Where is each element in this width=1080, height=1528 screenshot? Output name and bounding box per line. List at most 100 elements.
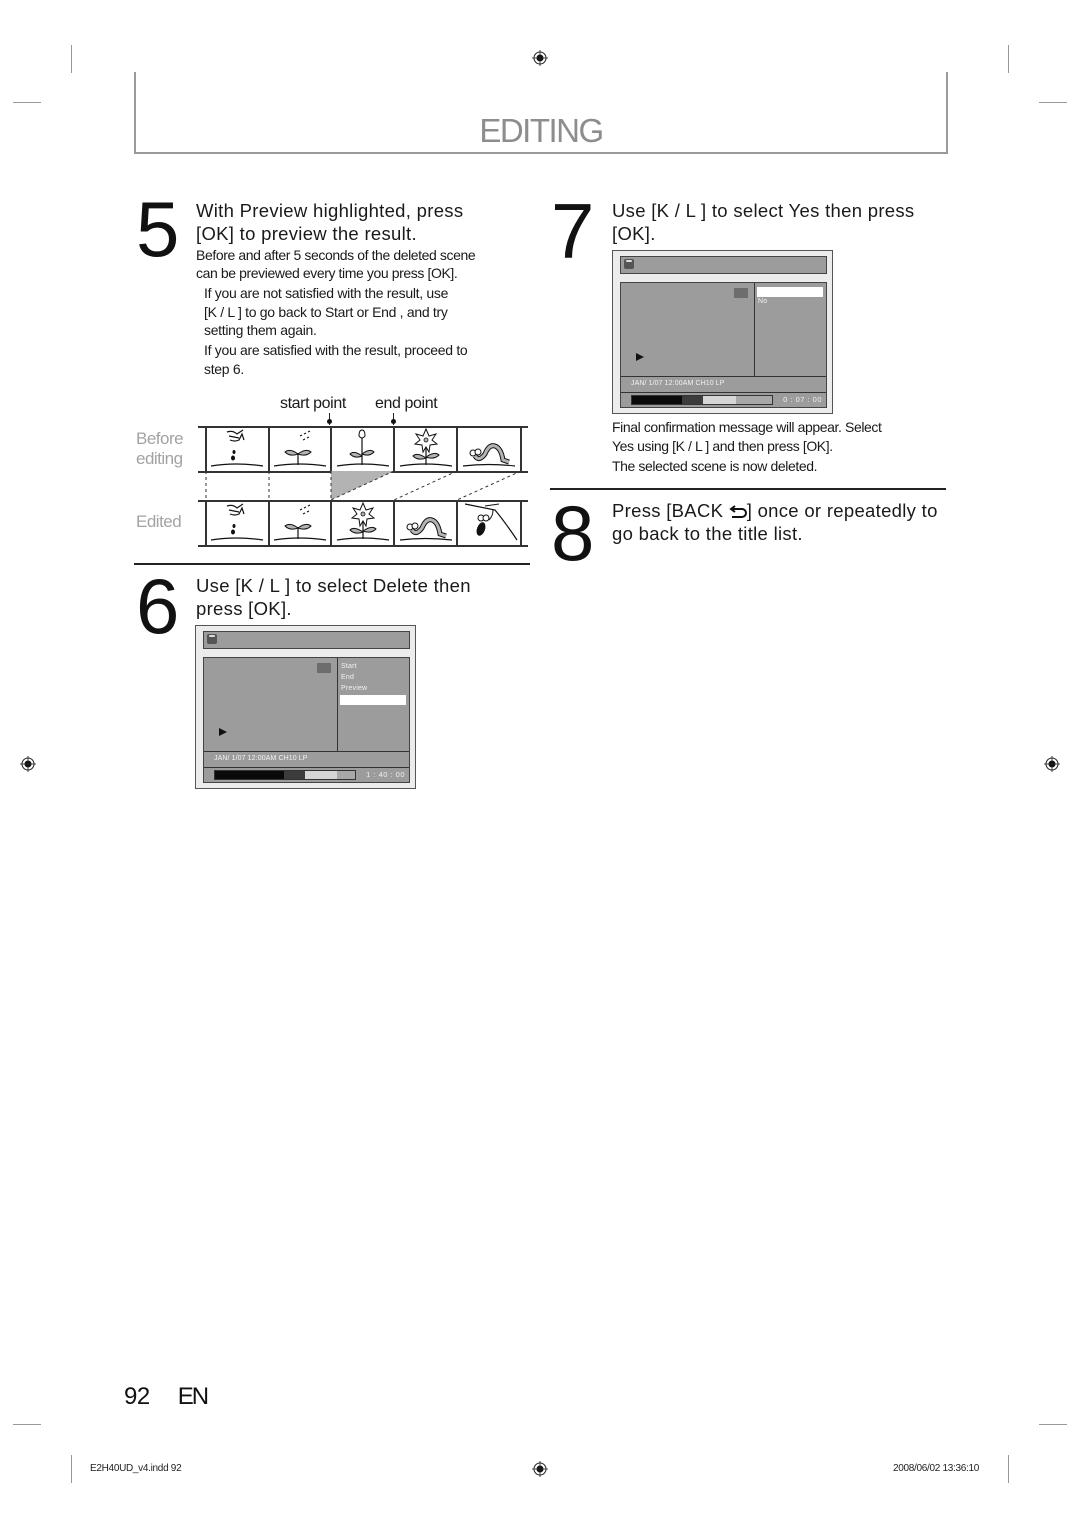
film-frame: [330, 428, 332, 471]
recording-info: JAN/ 1/07 12:00AM CH10 LP: [621, 376, 826, 393]
heading-text: Press [BACK: [612, 500, 729, 521]
before-editing-label: Before editing: [136, 429, 184, 469]
hand-seed-icon: [210, 429, 264, 467]
back-arrow-icon: [729, 505, 747, 518]
heading-text: ] once or repeatedly to: [746, 500, 938, 521]
dvr-screen-confirm: No JAN/ 1/07 12:00AM CH10 LP 0 : 07 : 00: [612, 250, 833, 414]
start-point-label: start point: [280, 395, 346, 412]
registration-mark-icon: [1044, 756, 1060, 772]
crop-mark: [13, 1424, 41, 1425]
disc-icon: [207, 634, 217, 644]
crop-mark: [71, 45, 72, 73]
progress-played: [632, 396, 683, 404]
menu-item-end[interactable]: End: [341, 674, 354, 681]
menu-item-start[interactable]: Start: [341, 663, 357, 670]
end-point-label: end point: [375, 395, 438, 412]
flower-icon: [336, 502, 390, 541]
progress-bar: [631, 395, 773, 405]
step-heading-line: Use [K / L ] to select Yes then press: [612, 200, 915, 221]
bullet-line: step 6.: [204, 360, 244, 377]
page-number-value: 92: [124, 1383, 150, 1410]
step-number: 8: [551, 489, 595, 577]
step-number: 5: [136, 185, 180, 273]
step-heading-line: [OK].: [612, 223, 656, 244]
sprout-icon: [273, 430, 327, 467]
progress-played: [215, 771, 284, 779]
end-point-dot: [391, 419, 396, 424]
step-heading: Press [BACK ] once or repeatedly to go b…: [612, 499, 938, 545]
bullet-item: If you are not satisfied with the result…: [204, 284, 448, 340]
film-frame: [393, 502, 395, 545]
registration-mark-icon: [532, 1461, 548, 1477]
edited-label: Edited: [136, 512, 182, 531]
menu-item-preview[interactable]: Preview: [341, 685, 367, 692]
start-point-dot: [327, 419, 332, 424]
elapsed-time: 1 : 40 : 00: [366, 770, 405, 779]
edit-connector-lines: [205, 471, 522, 501]
video-preview: [621, 283, 755, 376]
step-number: 7: [551, 187, 595, 275]
menu-item-no[interactable]: No: [758, 298, 767, 305]
registration-mark-icon: [532, 50, 548, 66]
worm-icon: [462, 443, 516, 467]
step-heading: Use [K / L ] to select Delete then press…: [196, 574, 471, 620]
page-number: 92 EN: [124, 1383, 209, 1411]
flower-icon: [399, 428, 453, 467]
bullet-item: If you are satisfied with the result, pr…: [204, 341, 468, 378]
label-line: Before: [136, 429, 184, 448]
body-line: The selected scene is now deleted.: [612, 458, 818, 474]
body-line: Final confirmation message will appear. …: [612, 419, 882, 435]
play-icon: [636, 353, 644, 361]
crop-mark: [13, 102, 41, 103]
step-body: Final confirmation message will appear. …: [612, 418, 882, 476]
step-heading: With Preview highlighted, press [OK] to …: [196, 199, 463, 245]
confirm-menu: No: [755, 283, 826, 376]
film-frame: [330, 502, 332, 545]
dvr-screen-delete: Start End Preview JAN/ 1/07 12:00AM CH10…: [195, 625, 416, 789]
screen-title-bar: [203, 631, 410, 649]
bullet-line: setting them again.: [204, 322, 317, 338]
section-title: EDITING: [479, 112, 604, 149]
section-header: EDITING: [134, 72, 948, 154]
info-text: JAN/ 1/07 12:00AM CH10 LP: [214, 755, 308, 762]
bullet-line: If you are satisfied with the result, pr…: [204, 342, 468, 358]
menu-item-delete-highlighted[interactable]: [340, 695, 406, 705]
label-line: editing: [136, 449, 183, 468]
step-heading-line: [OK] to preview the result.: [196, 223, 417, 244]
sprout-icon: [273, 504, 327, 541]
recording-info: JAN/ 1/07 12:00AM CH10 LP: [204, 751, 409, 768]
language-code: EN: [177, 1383, 209, 1410]
section-divider: [134, 563, 530, 565]
video-preview: [204, 658, 338, 751]
date-slug: 2008/06/02 13:36:10: [893, 1463, 980, 1474]
crop-mark: [1008, 45, 1009, 73]
film-frame: [520, 428, 522, 471]
body-line: Yes using [K / L ] and then press [OK].: [612, 437, 833, 454]
film-frame: [393, 428, 395, 471]
disc-icon: [624, 259, 634, 269]
step-number: 6: [136, 562, 180, 650]
step-heading: Use [K / L ] to select Yes then press [O…: [612, 199, 914, 245]
body-line: Before and after 5 seconds of the delete…: [196, 247, 476, 263]
worm-icon: [399, 517, 453, 541]
hand-seed-icon: [210, 503, 264, 541]
bird-icon: [464, 503, 518, 541]
bullet-line: [K / L ] to go back to Start or End , an…: [204, 303, 448, 320]
mode-badge: [317, 663, 331, 673]
crop-mark: [1039, 102, 1067, 103]
menu-item-yes-highlighted[interactable]: [757, 287, 823, 297]
step-heading-line: press [OK].: [196, 598, 292, 619]
screen-main: No JAN/ 1/07 12:00AM CH10 LP 0 : 07 : 00: [620, 282, 827, 408]
film-frame: [456, 502, 458, 545]
crop-mark: [1008, 1455, 1009, 1483]
screen-main: Start End Preview JAN/ 1/07 12:00AM CH10…: [203, 657, 410, 783]
tulip-icon: [336, 429, 390, 467]
mode-badge: [734, 288, 748, 298]
edit-menu: Start End Preview: [338, 658, 409, 751]
bullet-line: If you are not satisfied with the result…: [204, 285, 449, 301]
step-heading-line: With Preview highlighted, press: [196, 200, 464, 221]
deleted-region: [331, 471, 394, 500]
step-heading-line: go back to the title list.: [612, 523, 803, 544]
elapsed-time: 0 : 07 : 00: [783, 395, 822, 404]
film-frame: [520, 502, 522, 545]
